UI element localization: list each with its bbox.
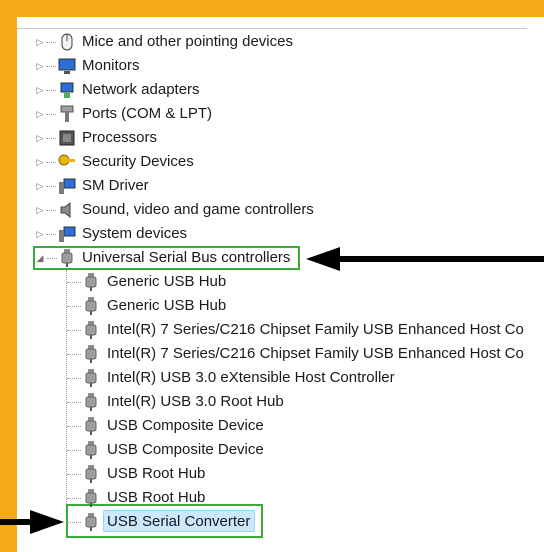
tree-category-processors[interactable]: ▷ Processors xyxy=(0,126,544,150)
tree-connector xyxy=(67,354,81,355)
expand-triangle-icon[interactable]: ▷ xyxy=(35,107,45,121)
mouse-icon xyxy=(58,32,76,52)
usb-plug-icon xyxy=(82,368,100,388)
tree-connector xyxy=(46,138,56,139)
computer-icon xyxy=(58,224,76,244)
usb-plug-icon xyxy=(82,320,100,340)
tree-connector xyxy=(67,402,81,403)
tree-connector xyxy=(67,522,81,523)
tree-device-intel-r-7-series-c216-chipset-family-usb-enhanced-host-co[interactable]: Intel(R) 7 Series/C216 Chipset Family US… xyxy=(0,318,544,342)
expand-triangle-icon[interactable]: ▷ xyxy=(35,179,45,193)
tree-connector xyxy=(46,66,56,67)
tree-device-usb-root-hub[interactable]: USB Root Hub xyxy=(0,486,544,510)
speaker-icon xyxy=(58,200,76,220)
tree-top-divider xyxy=(17,28,527,29)
tree-device-label: Intel(R) 7 Series/C216 Chipset Family US… xyxy=(107,321,524,338)
expand-triangle-icon[interactable]: ▷ xyxy=(35,83,45,97)
tree-connector xyxy=(67,498,81,499)
expand-triangle-icon[interactable]: ▷ xyxy=(35,35,45,49)
usb-plug-icon xyxy=(82,344,100,364)
tree-category-label: SM Driver xyxy=(82,177,149,194)
network-adapter-icon xyxy=(58,80,76,100)
tree-device-usb-composite-device[interactable]: USB Composite Device xyxy=(0,438,544,462)
left-arrow-icon xyxy=(306,247,544,271)
usb-plug-icon xyxy=(82,416,100,436)
tree-category-label: Mice and other pointing devices xyxy=(82,33,293,50)
tree-category-mice-and-other-pointing-devices[interactable]: ▷ Mice and other pointing devices xyxy=(0,30,544,54)
processor-icon xyxy=(58,128,76,148)
tree-device-intel-r-usb-3-0-extensible-host-controller[interactable]: Intel(R) USB 3.0 eXtensible Host Control… xyxy=(0,366,544,390)
tree-connector xyxy=(67,474,81,475)
monitor-icon xyxy=(58,56,76,76)
tree-category-ports-com-lpt[interactable]: ▷ Ports (COM & LPT) xyxy=(0,102,544,126)
tree-category-label: Network adapters xyxy=(82,81,200,98)
tree-connector xyxy=(67,426,81,427)
tree-category-security-devices[interactable]: ▷ Security Devices xyxy=(0,150,544,174)
tree-device-label: Intel(R) USB 3.0 Root Hub xyxy=(107,393,284,410)
tree-device-label: USB Root Hub xyxy=(107,489,206,506)
tree-device-intel-r-usb-3-0-root-hub[interactable]: Intel(R) USB 3.0 Root Hub xyxy=(0,390,544,414)
expand-triangle-icon[interactable]: ▷ xyxy=(35,203,45,217)
security-key-icon xyxy=(58,152,76,172)
tree-connector xyxy=(46,114,56,115)
highlight-box-usb-category xyxy=(33,246,300,270)
tree-connector xyxy=(67,450,81,451)
tree-category-system-devices[interactable]: ▷ System devices xyxy=(0,222,544,246)
tree-connector xyxy=(46,210,56,211)
tree-connector xyxy=(67,306,81,307)
tree-connector xyxy=(46,234,56,235)
usb-plug-icon xyxy=(82,392,100,412)
tree-category-network-adapters[interactable]: ▷ Network adapters xyxy=(0,78,544,102)
usb-plug-icon xyxy=(82,272,100,292)
expand-triangle-icon[interactable]: ▷ xyxy=(35,131,45,145)
tree-connector xyxy=(67,330,81,331)
tree-connector xyxy=(67,282,81,283)
tree-device-usb-serial-converter[interactable]: USB Serial Converter xyxy=(0,510,544,534)
tree-category-label: Security Devices xyxy=(82,153,194,170)
usb-plug-icon xyxy=(82,440,100,460)
tree-category-label: System devices xyxy=(82,225,188,242)
usb-plug-icon xyxy=(82,464,100,484)
tree-connector xyxy=(46,186,56,187)
tree-device-generic-usb-hub[interactable]: Generic USB Hub xyxy=(0,294,544,318)
tree-connector xyxy=(46,90,56,91)
tree-device-label: USB Composite Device xyxy=(107,441,264,458)
tree-category-label: Ports (COM & LPT) xyxy=(82,105,213,122)
tree-device-label: USB Serial Converter xyxy=(107,513,251,530)
tree-connector xyxy=(67,378,81,379)
tree-category-sound-video-and-game-controllers[interactable]: ▷ Sound, video and game controllers xyxy=(0,198,544,222)
tree-device-intel-r-7-series-c216-chipset-family-usb-enhanced-host-co[interactable]: Intel(R) 7 Series/C216 Chipset Family US… xyxy=(0,342,544,366)
tree-connector xyxy=(46,162,56,163)
tree-device-usb-composite-device[interactable]: USB Composite Device xyxy=(0,414,544,438)
tree-device-generic-usb-hub[interactable]: Generic USB Hub xyxy=(0,270,544,294)
usb-plug-icon xyxy=(82,488,100,508)
tree-category-label: Monitors xyxy=(82,57,140,74)
tree-category-monitors[interactable]: ▷ Monitors xyxy=(0,54,544,78)
expand-triangle-icon[interactable]: ▷ xyxy=(35,227,45,241)
usb-plug-icon xyxy=(82,296,100,316)
tree-device-usb-root-hub[interactable]: USB Root Hub xyxy=(0,462,544,486)
computer-icon xyxy=(58,176,76,196)
tree-device-label: Generic USB Hub xyxy=(107,297,227,314)
expand-triangle-icon[interactable]: ▷ xyxy=(35,59,45,73)
frame-top-border xyxy=(0,0,544,17)
usb-plug-icon xyxy=(82,512,100,532)
tree-device-label: USB Composite Device xyxy=(107,417,264,434)
tree-category-sm-driver[interactable]: ▷ SM Driver xyxy=(0,174,544,198)
expand-triangle-icon[interactable]: ▷ xyxy=(35,155,45,169)
tree-connector xyxy=(46,42,56,43)
port-icon xyxy=(58,104,76,124)
tree-device-label: Intel(R) 7 Series/C216 Chipset Family US… xyxy=(107,345,524,362)
tree-device-label: Intel(R) USB 3.0 eXtensible Host Control… xyxy=(107,369,395,386)
tree-category-label: Processors xyxy=(82,129,158,146)
tree-device-label: USB Root Hub xyxy=(107,465,206,482)
tree-device-label: Generic USB Hub xyxy=(107,273,227,290)
tree-category-label: Sound, video and game controllers xyxy=(82,201,314,218)
